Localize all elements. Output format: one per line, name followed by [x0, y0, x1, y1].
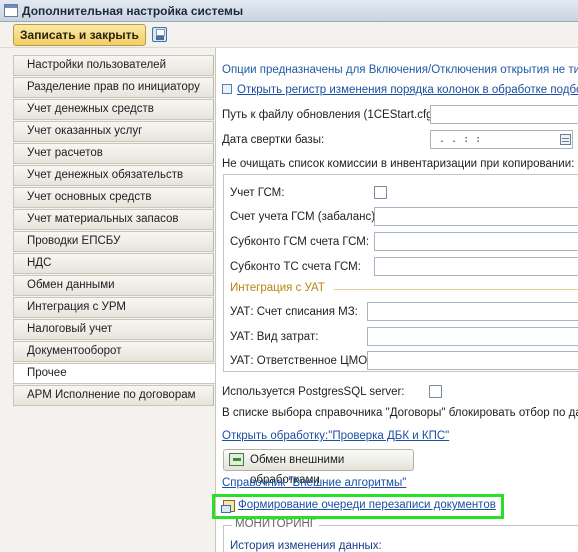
- contracts-text: В списке выбора справочника "Договоры" б…: [222, 407, 578, 419]
- monitoring-heading: МОНИТОРИНГ: [232, 518, 320, 530]
- subkonto-ts-input[interactable]: [374, 257, 578, 276]
- sidebar-item[interactable]: Налоговый учет: [13, 319, 214, 340]
- calendar-icon[interactable]: [560, 134, 571, 145]
- sidebar-item[interactable]: Учет денежных обязательств: [13, 165, 214, 186]
- gsm-uchet-label: Учет ГСМ:: [230, 187, 285, 199]
- update-path-input[interactable]: [430, 105, 578, 124]
- sidebar-item[interactable]: Учет расчетов: [13, 143, 214, 164]
- sidebar-item[interactable]: Прочее: [13, 363, 216, 384]
- collapse-date-label: Дата свертки базы:: [222, 134, 325, 146]
- postgres-label: Используется PostgresSQL server:: [222, 386, 405, 398]
- monitoring-group: МОНИТОРИНГ История изменения данных:: [223, 518, 578, 552]
- highlight-box: [212, 494, 504, 519]
- sidebar-item[interactable]: Учет денежных средств: [13, 99, 214, 120]
- sidebar-item[interactable]: Проводки ЕПСБУ: [13, 231, 214, 252]
- gsm-group: Учет ГСМ: Счет учета ГСМ (забаланс): Суб…: [223, 174, 578, 372]
- sidebar-item[interactable]: Документооборот: [13, 341, 214, 362]
- subkonto-account-input[interactable]: [374, 232, 578, 251]
- uat-responsible-label: УАТ: Ответственное ЦМО:: [230, 355, 371, 367]
- uat-write-off-label: УАТ: Счет списания МЗ:: [230, 306, 358, 318]
- save-disk-icon[interactable]: [152, 27, 167, 42]
- window-title: Дополнительная настройка системы: [22, 4, 244, 18]
- sidebar: Настройки пользователей Разделение прав п…: [0, 48, 216, 552]
- title-bar: Дополнительная настройка системы: [0, 0, 578, 22]
- update-path-label: Путь к файлу обновления (1CEStart.cfg):: [222, 109, 440, 121]
- uat-write-off-input[interactable]: [367, 302, 578, 321]
- toolbar: Записать и закрыть: [0, 22, 578, 48]
- uat-cost-type-label: УАТ: Вид затрат:: [230, 331, 319, 343]
- no-clear-label: Не очищать список комиссии в инвентариза…: [222, 158, 575, 170]
- sidebar-item[interactable]: Настройки пользователей: [13, 55, 214, 76]
- sidebar-item[interactable]: АРМ Исполнение по договорам: [13, 385, 214, 406]
- info-text: Опции предназначены для Включения/Отключ…: [222, 64, 578, 76]
- subkonto-account-label: Субконто ГСМ счета ГСМ:: [230, 236, 370, 248]
- external-algorithms-link[interactable]: Справочник "Внешние алгоритмы": [222, 477, 406, 489]
- sidebar-item[interactable]: Учет оказанных услуг: [13, 121, 214, 142]
- history-label: История изменения данных:: [230, 540, 382, 552]
- exchange-icon: [229, 453, 244, 466]
- collapse-date-input[interactable]: . . : :: [430, 130, 573, 149]
- settings-panel: Опции предназначены для Включения/Отключ…: [215, 48, 578, 552]
- window-icon: [4, 4, 18, 17]
- sidebar-item[interactable]: Учет основных средств: [13, 187, 214, 208]
- sidebar-item[interactable]: НДС: [13, 253, 214, 274]
- sidebar-item[interactable]: Интеграция с УРМ: [13, 297, 214, 318]
- gsm-account-input[interactable]: [374, 207, 578, 226]
- gsm-uchet-checkbox[interactable]: [374, 186, 387, 199]
- exchange-button[interactable]: Обмен внешними обработками: [223, 449, 414, 486]
- check-dbk-kps-link[interactable]: Открыть обработку:"Проверка ДБК и КПС": [222, 430, 449, 442]
- register-link[interactable]: Открыть регистр изменения порядка колоно…: [237, 84, 578, 96]
- uat-cost-type-input[interactable]: [367, 327, 578, 346]
- save-and-close-button[interactable]: Записать и закрыть: [13, 24, 146, 46]
- uat-divider: [334, 289, 578, 290]
- sidebar-item[interactable]: Учет материальных запасов: [13, 209, 214, 230]
- sidebar-item[interactable]: Обмен данными: [13, 275, 214, 296]
- sidebar-item[interactable]: Разделение прав по инициатору: [13, 77, 214, 98]
- uat-heading: Интеграция с УАТ: [230, 282, 325, 294]
- gsm-account-label: Счет учета ГСМ (забаланс):: [230, 211, 379, 223]
- subkonto-ts-label: Субконто ТС счета ГСМ:: [230, 261, 361, 273]
- postgres-checkbox[interactable]: [429, 385, 442, 398]
- uat-responsible-input[interactable]: [367, 351, 578, 370]
- register-link-icon: [222, 84, 232, 94]
